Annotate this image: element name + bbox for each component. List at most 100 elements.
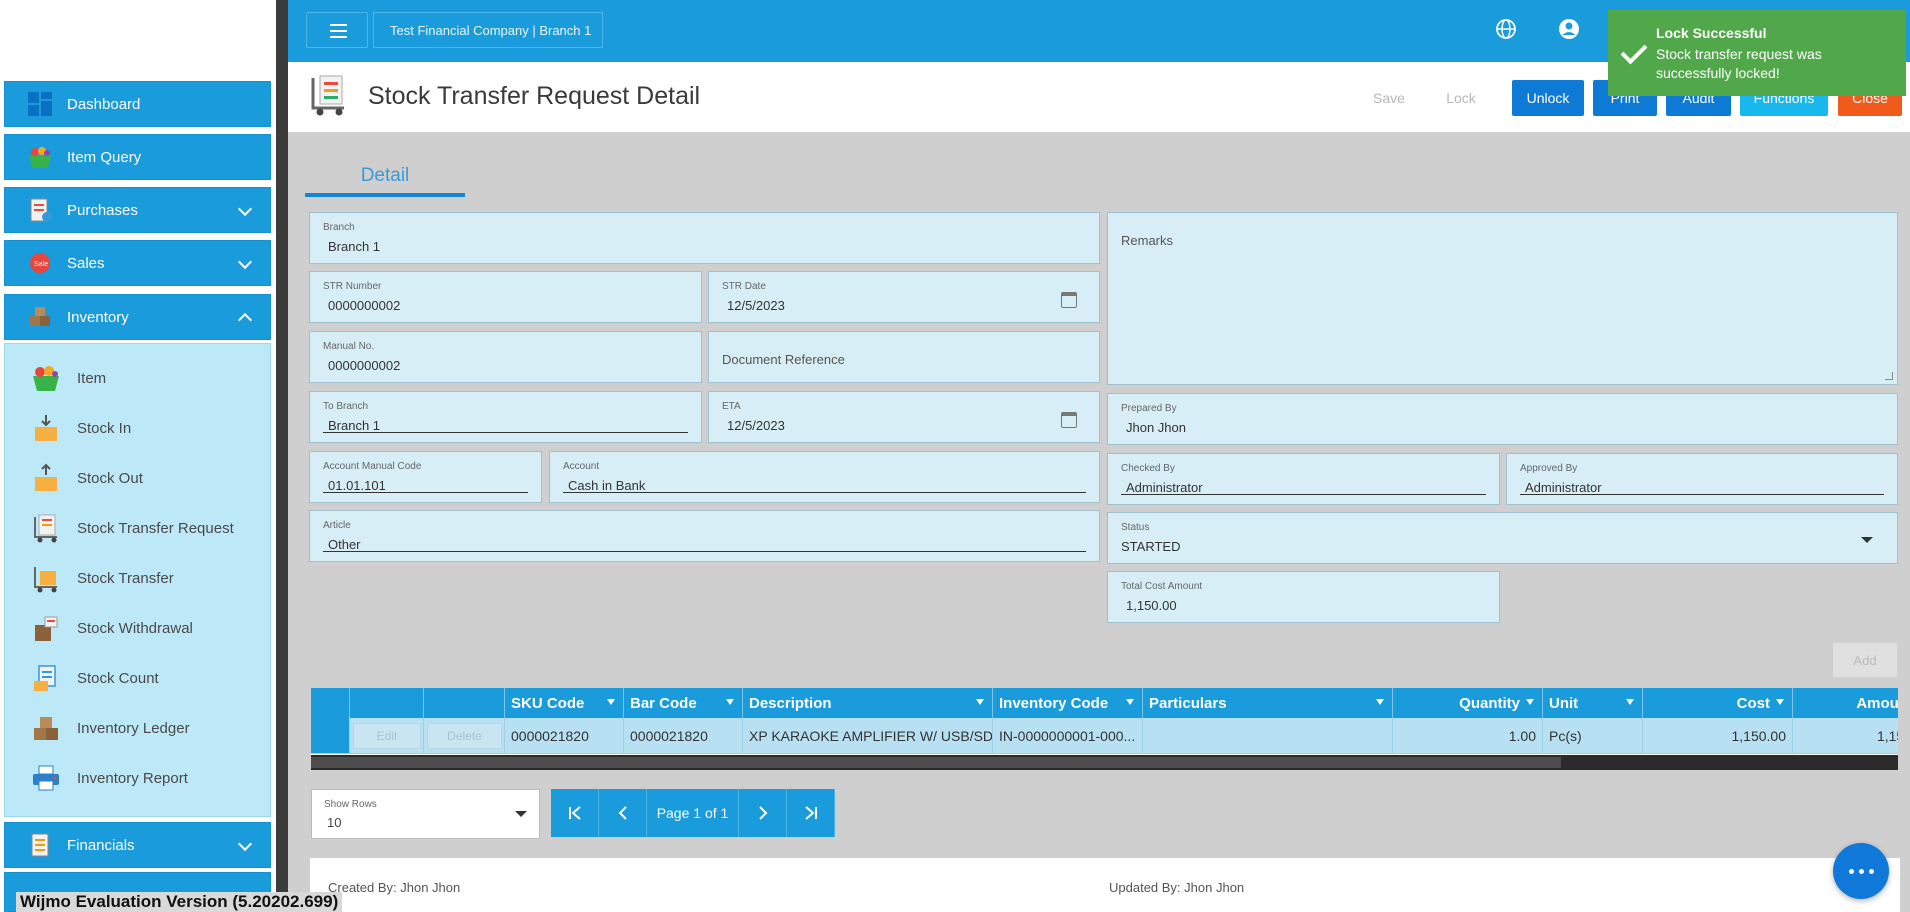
approved-by-field[interactable]: Approved By Administrator bbox=[1506, 453, 1898, 505]
ledger-icon bbox=[27, 832, 53, 858]
field-underline bbox=[323, 491, 528, 493]
grid-header-quantity[interactable]: Quantity bbox=[1393, 688, 1543, 718]
submenu-item-stock-transfer-request[interactable]: Stock Transfer Request bbox=[5, 508, 272, 548]
filter-icon[interactable] bbox=[1526, 699, 1534, 705]
sidebar-item-dashboard[interactable]: Dashboard bbox=[4, 81, 271, 127]
grid-header-particulars[interactable]: Particulars bbox=[1143, 688, 1393, 718]
cell-inventory-code[interactable]: IN-0000000001-000... bbox=[993, 718, 1143, 754]
sidebar-item-financials[interactable]: Financials bbox=[4, 822, 271, 868]
remarks-textarea[interactable]: Remarks bbox=[1107, 212, 1898, 385]
delete-row-button[interactable]: Delete bbox=[427, 723, 502, 749]
total-cost-amount-field: Total Cost Amount 1,150.00 bbox=[1107, 571, 1500, 623]
lock-success-toast[interactable]: Lock Successful Stock transfer request w… bbox=[1608, 10, 1906, 96]
lock-button[interactable]: Lock bbox=[1436, 80, 1486, 116]
document-reference-field[interactable]: Document Reference bbox=[708, 331, 1100, 383]
submenu-label: Stock Transfer Request bbox=[77, 519, 234, 537]
status-select[interactable]: Status STARTED bbox=[1107, 512, 1898, 564]
unlock-button[interactable]: Unlock bbox=[1512, 80, 1584, 116]
field-value: 1,150.00 bbox=[1126, 598, 1177, 613]
filter-icon[interactable] bbox=[1776, 699, 1784, 705]
column-label: Cost bbox=[1736, 694, 1770, 712]
branch-field[interactable]: Branch Branch 1 bbox=[309, 212, 1100, 264]
grid-header-inventory-code[interactable]: Inventory Code bbox=[993, 688, 1143, 718]
field-label: Prepared By bbox=[1121, 403, 1177, 414]
filter-icon[interactable] bbox=[1376, 699, 1384, 705]
submenu-label: Stock Transfer bbox=[77, 569, 174, 587]
scrollbar-thumb[interactable] bbox=[311, 757, 1561, 768]
str-number-field[interactable]: STR Number 0000000002 bbox=[309, 271, 702, 323]
cell-bar-code[interactable]: 0000021820 bbox=[624, 718, 743, 754]
grid-header-amount[interactable]: Amoun bbox=[1793, 688, 1898, 718]
company-branch-label[interactable]: Test Financial Company | Branch 1 bbox=[373, 12, 603, 48]
sidebar-item-purchases[interactable]: Purchases bbox=[4, 187, 271, 233]
cell-cost[interactable]: 1,150.00 bbox=[1643, 718, 1793, 754]
account-icon[interactable] bbox=[1558, 18, 1580, 40]
tab-detail[interactable]: Detail bbox=[305, 155, 465, 197]
calendar-icon[interactable] bbox=[1061, 292, 1077, 308]
sidebar: Dashboard Item Query Purchases Sale Sale… bbox=[0, 0, 276, 912]
submenu-item-stock-transfer[interactable]: Stock Transfer bbox=[5, 558, 272, 598]
sidebar-item-inventory[interactable]: Inventory bbox=[4, 294, 271, 340]
article-field[interactable]: Article Other bbox=[309, 510, 1100, 562]
horizontal-scrollbar[interactable] bbox=[311, 755, 1898, 770]
sidebar-item-sales[interactable]: Sale Sales bbox=[4, 240, 271, 286]
cell-quantity[interactable]: 1.00 bbox=[1393, 718, 1543, 754]
eta-field[interactable]: ETA 12/5/2023 bbox=[708, 391, 1100, 443]
grid-header-unit[interactable]: Unit bbox=[1543, 688, 1643, 718]
basket-icon bbox=[31, 363, 61, 393]
filter-icon[interactable] bbox=[976, 699, 984, 705]
show-rows-select[interactable]: Show Rows 10 bbox=[311, 789, 540, 839]
sidebar-item-label: Item Query bbox=[67, 148, 142, 166]
cell-amount[interactable]: 1,150 bbox=[1793, 718, 1898, 754]
caret-down-icon[interactable] bbox=[515, 811, 527, 817]
globe-icon[interactable] bbox=[1495, 18, 1517, 40]
row-header[interactable] bbox=[311, 718, 350, 754]
submenu-item-stock-withdrawal[interactable]: Stock Withdrawal bbox=[5, 608, 272, 648]
more-actions-button[interactable] bbox=[1833, 843, 1889, 899]
submenu-item-stock-out[interactable]: Stock Out bbox=[5, 458, 272, 498]
str-date-field[interactable]: STR Date 12/5/2023 bbox=[708, 271, 1100, 323]
cell-sku-code[interactable]: 0000021820 bbox=[505, 718, 624, 754]
edit-row-button[interactable]: Edit bbox=[353, 723, 421, 749]
grid-header-cost[interactable]: Cost bbox=[1643, 688, 1793, 718]
next-page-button[interactable] bbox=[739, 789, 787, 837]
submenu-item-inventory-ledger[interactable]: Inventory Ledger bbox=[5, 708, 272, 748]
previous-page-button[interactable] bbox=[599, 789, 647, 837]
filter-icon[interactable] bbox=[726, 699, 734, 705]
account-field[interactable]: Account Cash in Bank bbox=[549, 451, 1100, 503]
grid-header-bar-code[interactable]: Bar Code bbox=[624, 688, 743, 718]
save-button[interactable]: Save bbox=[1364, 80, 1414, 116]
filter-icon[interactable] bbox=[607, 699, 615, 705]
sidebar-item-item-query[interactable]: Item Query bbox=[4, 134, 271, 180]
menu-icon-bar bbox=[330, 24, 347, 26]
chevron-right-icon bbox=[758, 806, 767, 820]
submenu-item-stock-in[interactable]: Stock In bbox=[5, 408, 272, 448]
sidebar-item-label: Dashboard bbox=[67, 95, 141, 113]
calendar-icon[interactable] bbox=[1061, 412, 1077, 428]
account-manual-code-field[interactable]: Account Manual Code 01.01.101 bbox=[309, 451, 542, 503]
last-page-button[interactable] bbox=[787, 789, 835, 837]
field-value: 12/5/2023 bbox=[727, 298, 785, 313]
grid-header-sku-code[interactable]: SKU Code bbox=[505, 688, 624, 718]
manual-no-field[interactable]: Manual No. 0000000002 bbox=[309, 331, 702, 383]
hamburger-menu-button[interactable] bbox=[306, 12, 368, 48]
checked-by-field[interactable]: Checked By Administrator bbox=[1107, 453, 1500, 505]
to-branch-field[interactable]: To Branch Branch 1 bbox=[309, 391, 702, 443]
cell-particulars[interactable] bbox=[1143, 718, 1393, 754]
cell-unit[interactable]: Pc(s) bbox=[1543, 718, 1643, 754]
cell-description[interactable]: XP KARAOKE AMPLIFIER W/ USB/SD... bbox=[743, 718, 993, 754]
resize-handle[interactable] bbox=[1885, 372, 1893, 380]
add-line-button[interactable]: Add bbox=[1833, 643, 1897, 677]
submenu-item-stock-count[interactable]: Stock Count bbox=[5, 658, 272, 698]
field-underline bbox=[323, 431, 688, 433]
submenu-item-item[interactable]: Item bbox=[5, 358, 272, 398]
prepared-by-field[interactable]: Prepared By Jhon Jhon bbox=[1107, 393, 1898, 445]
first-page-button[interactable] bbox=[551, 789, 599, 837]
submenu-item-inventory-report[interactable]: Inventory Report bbox=[5, 758, 272, 798]
filter-icon[interactable] bbox=[1626, 699, 1634, 705]
caret-down-icon[interactable] bbox=[1861, 537, 1873, 543]
filter-icon[interactable] bbox=[1126, 699, 1134, 705]
field-label: Account Manual Code bbox=[323, 461, 422, 472]
grid-header-description[interactable]: Description bbox=[743, 688, 993, 718]
svg-text:Sale: Sale bbox=[34, 261, 48, 268]
